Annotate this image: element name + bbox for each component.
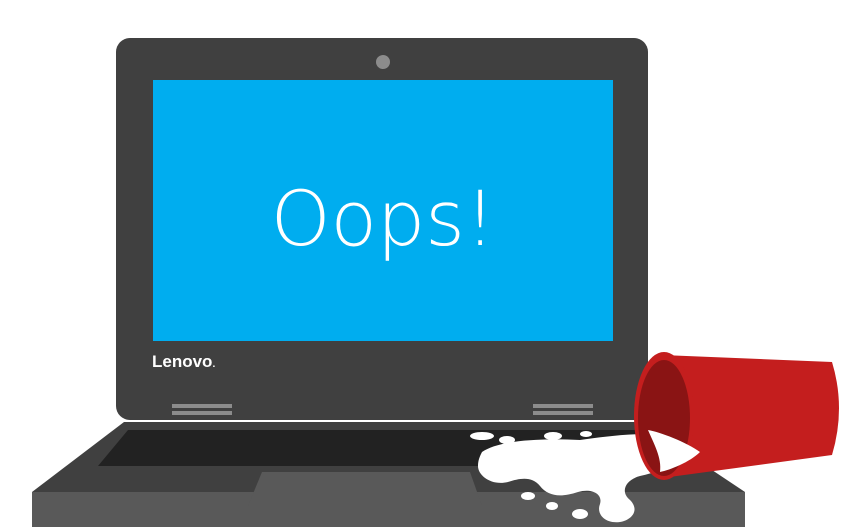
liquid-drop [546, 502, 558, 510]
trackpad [248, 472, 482, 506]
laptop-spill-illustration: Oops! Lenovo. [32, 38, 839, 527]
liquid-drop [521, 492, 535, 500]
webcam [376, 55, 390, 69]
liquid-drop [580, 431, 592, 437]
liquid-drop [572, 509, 588, 519]
red-cup [634, 352, 839, 480]
liquid-drop [544, 432, 562, 440]
lenovo-logo: Lenovo. [152, 352, 215, 371]
liquid-drop [470, 432, 494, 440]
screen-message: Oops! [271, 174, 496, 263]
liquid-drop [499, 436, 515, 444]
laptop-lid: Oops! Lenovo. [116, 38, 648, 420]
